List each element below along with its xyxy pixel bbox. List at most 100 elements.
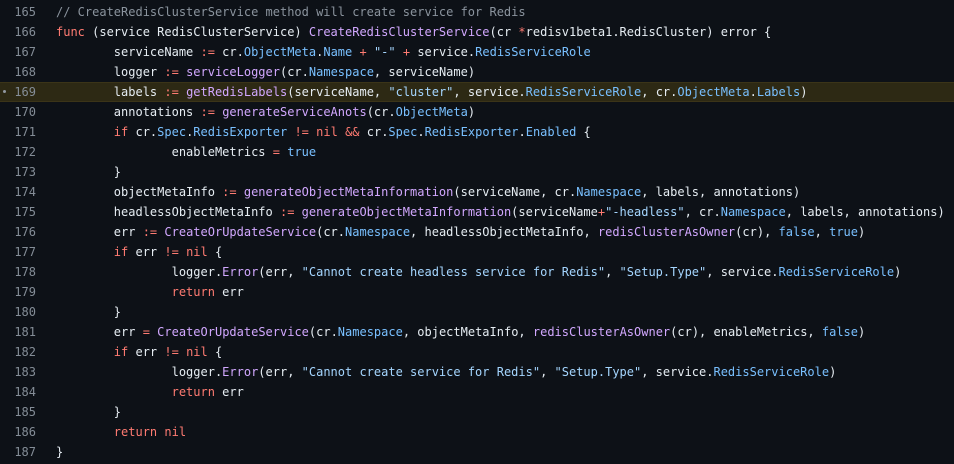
- code-token: ): [894, 265, 902, 279]
- code-token: Name: [323, 45, 353, 59]
- line-number[interactable]: 168: [0, 62, 36, 82]
- code-token: nil: [186, 245, 208, 259]
- code-token: generateObjectMetaInformation: [301, 205, 512, 219]
- line-number[interactable]: 173: [0, 162, 36, 182]
- code-token: // CreateRedisClusterService method will…: [56, 5, 526, 19]
- line-number[interactable]: 180: [0, 302, 36, 322]
- code-token: CreateOrUpdateService: [157, 325, 309, 339]
- line-number[interactable]: 179: [0, 282, 36, 302]
- code-text: return err: [56, 382, 244, 402]
- code-token: Labels: [756, 85, 801, 99]
- code-line: 172 enableMetrics = true: [0, 142, 954, 162]
- code-token: .: [749, 85, 757, 99]
- code-token: RedisExporter: [424, 125, 519, 139]
- code-token: ,: [814, 225, 830, 239]
- code-token: cr.: [128, 125, 158, 139]
- code-token: ): [858, 325, 866, 339]
- line-number[interactable]: 171: [0, 122, 36, 142]
- line-number[interactable]: 185: [0, 402, 36, 422]
- code-token: "cluster": [388, 85, 454, 99]
- code-text: serviceName := cr.ObjectMeta.Name + "-" …: [56, 42, 591, 62]
- code-token: ): [467, 105, 476, 119]
- code-token: logger.: [171, 265, 223, 279]
- code-text: logger.Error(err, "Cannot create service…: [56, 362, 837, 382]
- code-token: , cr.: [641, 85, 678, 99]
- code-token: , service.: [706, 265, 779, 279]
- code-token: {: [207, 245, 223, 259]
- code-line: 182 if err != nil {: [0, 342, 954, 362]
- code-token: logger: [113, 65, 165, 79]
- line-number[interactable]: 165: [0, 2, 36, 22]
- code-token: }: [113, 305, 122, 319]
- code-token: if: [113, 345, 129, 359]
- line-number[interactable]: 174: [0, 182, 36, 202]
- line-number[interactable]: 184: [0, 382, 36, 402]
- code-token: {: [207, 345, 223, 359]
- code-token: Spec: [157, 125, 187, 139]
- code-token: cr.: [359, 125, 389, 139]
- code-token: nil: [316, 125, 338, 139]
- code-token: , serviceName): [373, 65, 476, 79]
- code-line: 186 return nil: [0, 422, 954, 442]
- line-number[interactable]: 186: [0, 422, 36, 442]
- code-token: ObjectMeta: [243, 45, 317, 59]
- line-number[interactable]: 170: [0, 102, 36, 122]
- code-line: 180 }: [0, 302, 954, 322]
- code-text: }: [56, 442, 63, 462]
- line-number[interactable]: 166: [0, 22, 36, 42]
- code-text: annotations := generateServiceAnots(cr.O…: [56, 102, 475, 122]
- code-token: (cr), enableMetrics,: [670, 325, 822, 339]
- line-number[interactable]: 187: [0, 442, 36, 462]
- code-token: Namespace: [308, 65, 374, 79]
- code-text: }: [56, 302, 121, 322]
- line-number[interactable]: 172: [0, 142, 36, 162]
- code-token: (cr.: [366, 105, 396, 119]
- line-number[interactable]: 167: [0, 42, 36, 62]
- line-number[interactable]: 178: [0, 262, 36, 282]
- code-token: , cr.: [684, 205, 721, 219]
- code-token: err: [214, 385, 244, 399]
- code-token: !=: [164, 245, 179, 259]
- code-token: , labels, annotations): [641, 185, 801, 199]
- code-token: err: [128, 345, 165, 359]
- code-token: ,: [540, 365, 555, 379]
- code-token: :=: [222, 185, 237, 199]
- code-token: :=: [142, 225, 158, 239]
- line-number[interactable]: 177: [0, 242, 36, 262]
- line-number[interactable]: 175: [0, 202, 36, 222]
- code-text: err = CreateOrUpdateService(cr.Namespace…: [56, 322, 865, 342]
- code-text: if cr.Spec.RedisExporter != nil && cr.Sp…: [56, 122, 591, 142]
- code-line: 175 headlessObjectMetaInfo := generateOb…: [0, 202, 954, 222]
- code-text: // CreateRedisClusterService method will…: [56, 2, 526, 22]
- code-token: if: [113, 245, 129, 259]
- code-token: .: [417, 125, 425, 139]
- code-text: return err: [56, 282, 244, 302]
- code-token: objectMetaInfo: [113, 185, 223, 199]
- code-token: annotations: [113, 105, 201, 119]
- code-token: CreateOrUpdateService: [164, 225, 317, 239]
- code-token: Namespace: [345, 225, 411, 239]
- line-number[interactable]: 169: [0, 82, 36, 102]
- line-number[interactable]: 176: [0, 222, 36, 242]
- code-token: (err,: [258, 265, 302, 279]
- code-token: "-": [373, 45, 396, 59]
- code-line: 187}: [0, 442, 954, 462]
- line-number[interactable]: 182: [0, 342, 36, 362]
- line-number[interactable]: 181: [0, 322, 36, 342]
- code-token: headlessObjectMetaInfo: [113, 205, 280, 219]
- line-number[interactable]: 183: [0, 362, 36, 382]
